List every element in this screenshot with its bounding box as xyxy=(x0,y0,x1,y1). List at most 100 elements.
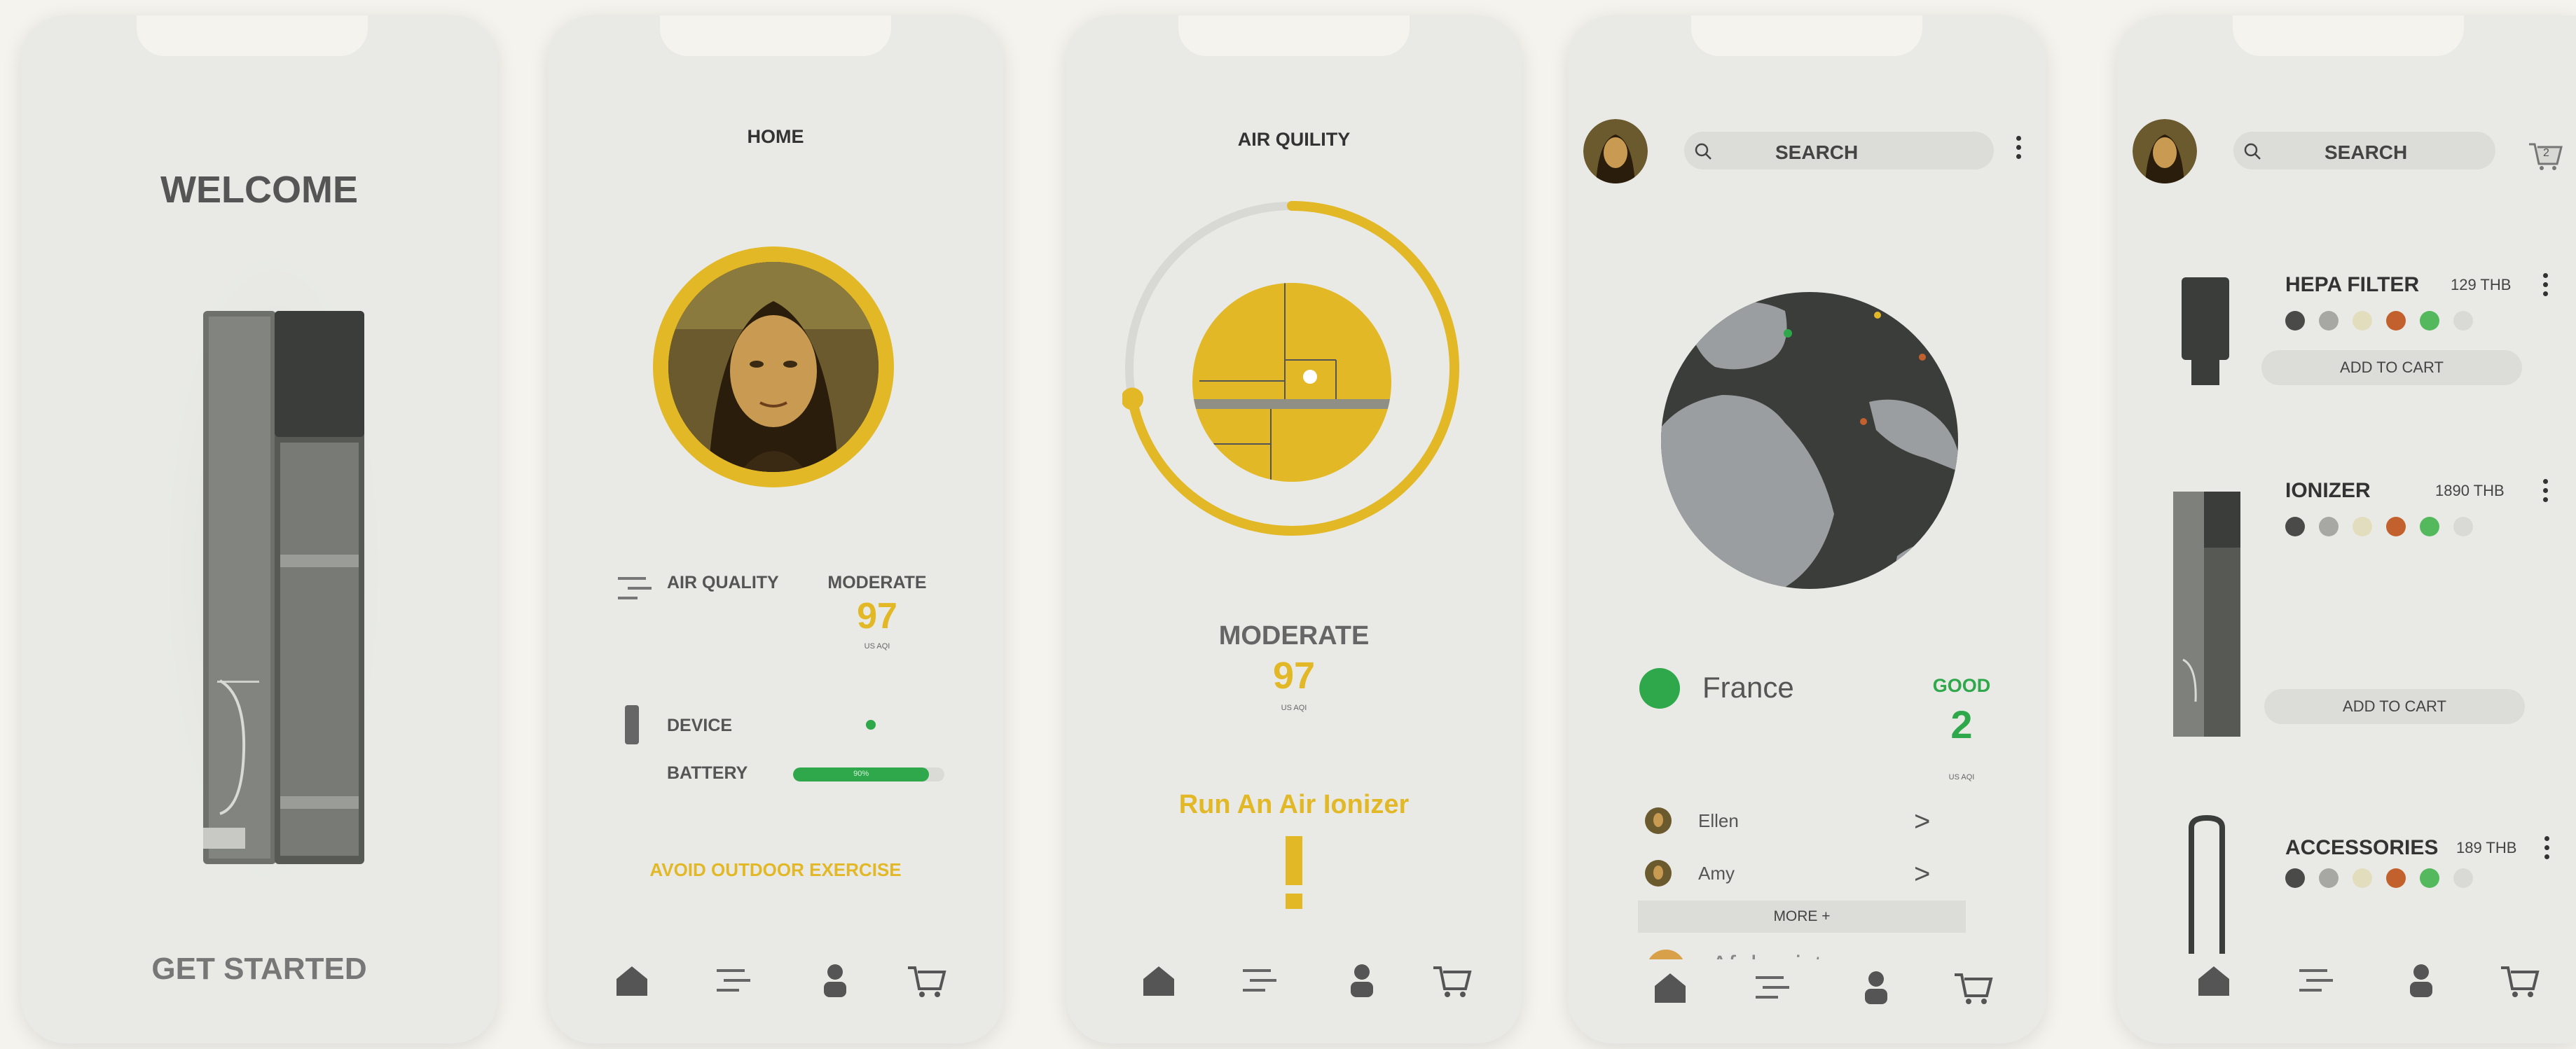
aqi-value: 2 xyxy=(1950,702,1973,746)
color-swatch[interactable] xyxy=(2285,517,2305,536)
air-quality-icon xyxy=(618,577,652,599)
color-swatch[interactable] xyxy=(2386,517,2406,536)
search-bar[interactable]: SEARCH xyxy=(2233,132,2495,169)
color-swatch[interactable] xyxy=(2285,868,2305,888)
cart-icon[interactable] xyxy=(1952,966,1994,1008)
device-icon xyxy=(625,705,639,744)
more-options-icon[interactable] xyxy=(2543,479,2549,507)
user-icon[interactable] xyxy=(1855,966,1897,1008)
cart-icon[interactable] xyxy=(1431,959,1473,1001)
product-price: 1890 THB xyxy=(2435,482,2505,499)
aqi-status: MODERATE xyxy=(827,573,927,592)
color-swatch[interactable] xyxy=(2420,311,2439,331)
ionizer-image xyxy=(2173,492,2240,737)
home-icon[interactable] xyxy=(611,959,653,1001)
cart-icon[interactable]: 2 xyxy=(2528,137,2563,172)
color-swatch[interactable] xyxy=(2319,868,2339,888)
color-swatches xyxy=(2285,311,2495,332)
ionizer-device-image xyxy=(161,246,385,891)
aqi-value: 97 xyxy=(857,596,897,637)
user-icon[interactable] xyxy=(1341,959,1383,1001)
battery-percent: 90% xyxy=(853,770,869,778)
product-name[interactable]: ACCESSORIES xyxy=(2285,836,2438,860)
friend-avatar xyxy=(1645,807,1672,834)
menu-lines-icon[interactable] xyxy=(2295,959,2337,1001)
gauge-knob[interactable] xyxy=(1122,387,1144,410)
phone-notch xyxy=(137,15,368,56)
add-to-cart-button[interactable]: ADD TO CART xyxy=(2264,689,2525,724)
advice-text: AVOID OUTDOOR EXERCISE xyxy=(649,859,902,880)
phone-notch xyxy=(1178,15,1410,56)
color-swatch[interactable] xyxy=(2453,868,2473,888)
color-swatch[interactable] xyxy=(2353,517,2372,536)
cart-icon[interactable] xyxy=(905,959,947,1001)
country-name[interactable]: France xyxy=(1702,671,1794,704)
color-swatch[interactable] xyxy=(2319,517,2339,536)
battery-fill: 90% xyxy=(793,767,930,781)
color-swatches xyxy=(2285,868,2495,889)
phone-notch xyxy=(660,15,891,56)
device-label: DEVICE xyxy=(667,716,733,735)
color-swatch[interactable] xyxy=(2453,517,2473,536)
country-status-dot xyxy=(1639,668,1680,709)
phone-map: SEARCH France GOOD 2 US AQI Ellen > Amy … xyxy=(1568,15,2046,1043)
aqi-unit: US AQI xyxy=(1948,773,1975,781)
color-swatch[interactable] xyxy=(2420,868,2439,888)
color-swatch[interactable] xyxy=(2353,311,2372,331)
home-icon[interactable] xyxy=(1138,959,1180,1001)
phone-notch xyxy=(2233,15,2464,56)
avatar[interactable] xyxy=(1583,119,1648,183)
phone-home: HOME AIR QUALITY MODERATE 97 US AQI DEVI… xyxy=(548,15,1003,1043)
menu-lines-icon[interactable] xyxy=(712,959,755,1001)
color-swatch[interactable] xyxy=(2285,311,2305,331)
phone-notch xyxy=(1691,15,1922,56)
list-item[interactable]: Ellen > xyxy=(1645,803,1960,838)
user-icon[interactable] xyxy=(814,959,856,1001)
battery-label: BATTERY xyxy=(667,763,748,783)
home-icon[interactable] xyxy=(2193,959,2235,1001)
color-swatch[interactable] xyxy=(2453,311,2473,331)
bottom-nav xyxy=(1568,959,2046,1015)
aqi-unit: US AQI xyxy=(864,642,890,651)
home-icon[interactable] xyxy=(1649,966,1691,1008)
add-to-cart-button[interactable]: ADD TO CART xyxy=(2261,350,2522,385)
color-swatch[interactable] xyxy=(2319,311,2339,331)
menu-lines-icon[interactable] xyxy=(1751,966,1793,1008)
search-label: SEARCH xyxy=(1775,141,1859,163)
welcome-title: WELCOME xyxy=(160,169,358,211)
avatar[interactable] xyxy=(652,245,895,489)
globe-map[interactable] xyxy=(1659,290,1960,591)
color-swatch[interactable] xyxy=(2386,311,2406,331)
warning-icon xyxy=(1286,836,1302,909)
cart-icon[interactable] xyxy=(2498,959,2540,1001)
color-swatch[interactable] xyxy=(2386,868,2406,888)
color-swatch[interactable] xyxy=(2353,868,2372,888)
phone-welcome: WELCOME GET STARTED xyxy=(21,15,497,1043)
bottom-nav xyxy=(2117,959,2576,1008)
more-button[interactable]: MORE + xyxy=(1638,901,1966,933)
user-icon[interactable] xyxy=(2400,959,2442,1001)
product-name[interactable]: IONIZER xyxy=(2285,479,2371,503)
more-options-icon[interactable] xyxy=(2544,836,2550,864)
product-name[interactable]: HEPA FILTER xyxy=(2285,273,2419,297)
search-bar[interactable]: SEARCH xyxy=(1684,132,1994,169)
friend-name: Amy xyxy=(1698,863,1735,884)
menu-lines-icon[interactable] xyxy=(1239,959,1281,1001)
aqi-status: MODERATE xyxy=(1218,621,1370,651)
search-icon xyxy=(1695,143,1711,160)
avatar[interactable] xyxy=(2133,119,2197,183)
more-options-icon[interactable] xyxy=(2016,136,2022,164)
bottom-nav xyxy=(1066,959,1522,1008)
list-item[interactable]: Amy > xyxy=(1645,856,1960,891)
page-title: HOME xyxy=(747,126,804,147)
color-swatches xyxy=(2285,517,2495,538)
air-quality-label: AIR QUALITY xyxy=(667,573,779,592)
battery-bar: 90% xyxy=(793,767,944,781)
chevron-right-icon: > xyxy=(1914,806,1931,837)
aqi-value: 97 xyxy=(1272,655,1316,697)
get-started-button[interactable]: GET STARTED xyxy=(21,952,497,987)
accessories-image xyxy=(2189,814,2225,954)
more-options-icon[interactable] xyxy=(2543,273,2549,301)
color-swatch[interactable] xyxy=(2420,517,2439,536)
cart-count: 2 xyxy=(2543,147,2549,159)
